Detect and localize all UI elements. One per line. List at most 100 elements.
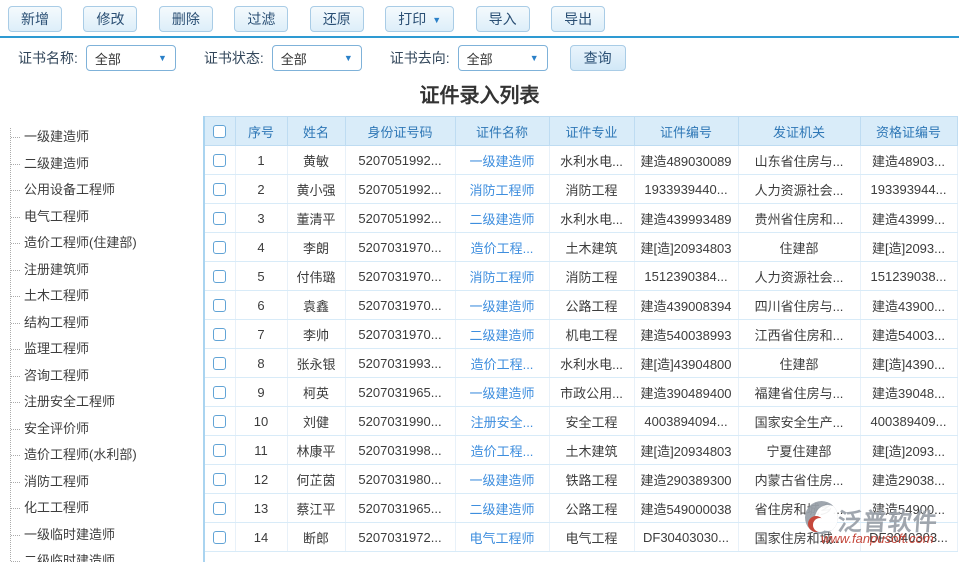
- cell-cert-major: 消防工程: [549, 261, 635, 291]
- sidebar-item[interactable]: 安全评价师: [0, 416, 203, 443]
- cell-name: 袁鑫: [287, 290, 346, 320]
- cell-cert-name-link[interactable]: 一级建造师: [455, 145, 550, 175]
- cell-cert-name-link[interactable]: 二级建造师: [455, 319, 550, 349]
- export-button[interactable]: 导出: [551, 6, 606, 32]
- sidebar-item[interactable]: 消防工程师: [0, 469, 203, 496]
- row-checkbox[interactable]: [213, 153, 227, 167]
- cell-name: 李朗: [287, 232, 346, 262]
- table-row: 13 蔡江平 5207031965... 二级建造师 公路工程 建造549000…: [205, 493, 958, 523]
- sidebar-item[interactable]: 注册安全工程师: [0, 389, 203, 416]
- cell-cert-name-link[interactable]: 一级建造师: [455, 464, 550, 494]
- row-checkbox[interactable]: [213, 327, 227, 341]
- row-checkbox[interactable]: [213, 211, 227, 225]
- cell-cert-major: 安全工程: [549, 406, 635, 436]
- cell-cert-name-link[interactable]: 一级建造师: [455, 290, 550, 320]
- cell-cert-name-link[interactable]: 注册安全...: [455, 406, 550, 436]
- import-button[interactable]: 导入: [475, 6, 530, 32]
- column-header-cert-no: 证件编号: [634, 116, 739, 146]
- cell-issuer: 省住房和城乡...: [738, 493, 861, 523]
- sidebar-item[interactable]: 注册建筑师: [0, 257, 203, 284]
- cell-cert-no: DF30403030...: [634, 522, 739, 552]
- add-button[interactable]: 新增: [8, 6, 62, 32]
- cell-cert-major: 消防工程: [549, 174, 635, 204]
- cell-cert-name-link[interactable]: 电气工程师: [455, 522, 550, 552]
- sidebar-item[interactable]: 造价工程师(水利部): [0, 442, 203, 469]
- cell-cert-name-link[interactable]: 造价工程...: [455, 435, 550, 465]
- sidebar-item[interactable]: 化工工程师: [0, 495, 203, 522]
- cell-id-number: 5207031970...: [345, 232, 456, 262]
- sidebar-item[interactable]: 一级临时建造师: [0, 522, 203, 549]
- cell-qual-no: 建造43999...: [860, 203, 958, 233]
- row-checkbox[interactable]: [213, 501, 227, 515]
- cell-cert-name-link[interactable]: 二级建造师: [455, 493, 550, 523]
- sidebar-item[interactable]: 电气工程师: [0, 204, 203, 231]
- cert-status-label: 证书状态:: [203, 50, 264, 66]
- cell-id-number: 5207051992...: [345, 203, 456, 233]
- sidebar-item[interactable]: 造价工程师(住建部): [0, 230, 203, 257]
- column-header-name: 姓名: [287, 116, 346, 146]
- sidebar-item[interactable]: 二级建造师: [0, 151, 203, 178]
- column-header-cert-name: 证件名称: [455, 116, 550, 146]
- sidebar-item[interactable]: 二级临时建造师: [0, 548, 203, 562]
- cell-cert-major: 土木建筑: [549, 435, 635, 465]
- row-checkbox[interactable]: [213, 269, 227, 283]
- sidebar-item[interactable]: 结构工程师: [0, 310, 203, 337]
- row-checkbox[interactable]: [213, 530, 227, 544]
- cell-cert-name-link[interactable]: 消防工程师: [455, 174, 550, 204]
- cert-destination-select-value: 全部: [466, 51, 493, 67]
- cert-status-select[interactable]: 全部 ▼: [271, 45, 362, 71]
- filter-cert-status: 证书状态: 全部 ▼: [204, 45, 362, 71]
- row-checkbox-cell: [205, 174, 236, 204]
- search-button[interactable]: 查询: [569, 45, 626, 71]
- cert-destination-select[interactable]: 全部 ▼: [457, 45, 548, 71]
- cell-cert-name-link[interactable]: 造价工程...: [455, 348, 550, 378]
- row-checkbox-cell: [205, 145, 236, 175]
- row-checkbox[interactable]: [213, 182, 227, 196]
- sidebar-item[interactable]: 咨询工程师: [0, 363, 203, 390]
- cell-issuer: 住建部: [738, 232, 861, 262]
- table-row: 4 李朗 5207031970... 造价工程... 土木建筑 建[造]2093…: [205, 232, 958, 262]
- sidebar-item[interactable]: 监理工程师: [0, 336, 203, 363]
- cell-name: 断郎: [287, 522, 346, 552]
- restore-button[interactable]: 还原: [309, 6, 364, 32]
- cell-cert-name-link[interactable]: 消防工程师: [455, 261, 550, 291]
- cell-qual-no: 建[造]2093...: [860, 435, 958, 465]
- cell-seq: 10: [235, 406, 288, 436]
- cell-id-number: 5207031993...: [345, 348, 456, 378]
- sidebar-item[interactable]: 土木工程师: [0, 283, 203, 310]
- print-button[interactable]: 打印 ▼: [385, 6, 455, 32]
- row-checkbox[interactable]: [213, 298, 227, 312]
- cell-name: 蔡江平: [287, 493, 346, 523]
- cell-cert-name-link[interactable]: 造价工程...: [455, 232, 550, 262]
- cell-name: 柯英: [287, 377, 346, 407]
- delete-button[interactable]: 删除: [158, 6, 213, 32]
- filter-button[interactable]: 过滤: [234, 6, 289, 32]
- sidebar-item[interactable]: 一级建造师: [0, 124, 203, 151]
- row-checkbox[interactable]: [213, 443, 227, 457]
- cell-issuer: 人力资源社会...: [738, 174, 861, 204]
- cell-cert-name-link[interactable]: 二级建造师: [455, 203, 550, 233]
- table-row: 9 柯英 5207031965... 一级建造师 市政公用... 建造39048…: [205, 377, 958, 407]
- cell-name: 刘健: [287, 406, 346, 436]
- cell-id-number: 5207031965...: [345, 377, 456, 407]
- edit-button[interactable]: 修改: [83, 6, 138, 32]
- row-checkbox[interactable]: [213, 385, 227, 399]
- cell-qual-no: 建造54003...: [860, 319, 958, 349]
- cert-name-label: 证书名称:: [18, 50, 78, 66]
- row-checkbox-cell: [205, 522, 236, 552]
- row-checkbox[interactable]: [213, 356, 227, 370]
- cell-issuer: 四川省住房与...: [738, 290, 861, 320]
- row-checkbox-cell: [205, 435, 236, 465]
- select-all-checkbox[interactable]: [213, 124, 227, 138]
- row-checkbox[interactable]: [213, 414, 227, 428]
- cell-issuer: 山东省住房与...: [738, 145, 861, 175]
- sidebar-item[interactable]: 公用设备工程师: [0, 177, 203, 204]
- table-container: 序号 姓名 身份证号码 证件名称 证件专业 证件编号 发证机关 资格证编号 1 …: [205, 116, 959, 562]
- row-checkbox[interactable]: [213, 472, 227, 486]
- cell-cert-name-link[interactable]: 一级建造师: [455, 377, 550, 407]
- row-checkbox[interactable]: [213, 240, 227, 254]
- cell-id-number: 5207031970...: [345, 290, 456, 320]
- cert-name-select[interactable]: 全部 ▼: [85, 45, 176, 71]
- cell-seq: 8: [235, 348, 288, 378]
- cell-seq: 2: [235, 174, 288, 204]
